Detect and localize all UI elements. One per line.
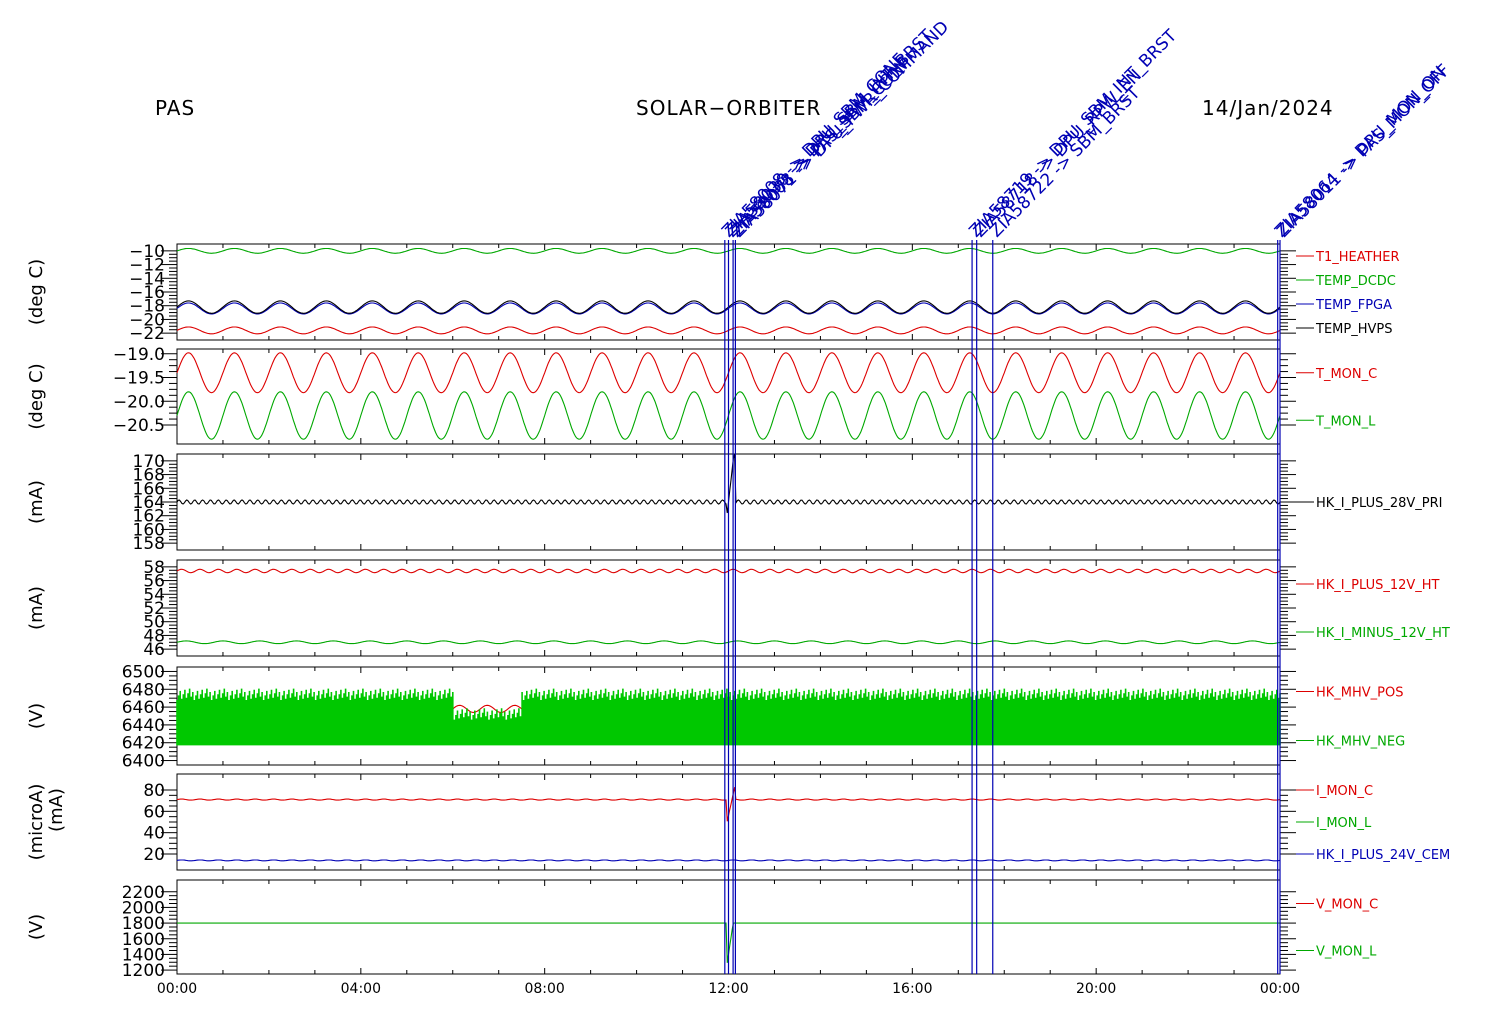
- legend-v_mon_c: V_MON_C: [1316, 898, 1378, 913]
- x-tick-label: 04:00: [341, 981, 381, 997]
- legend-hk_i_plus_24v_cem: HK_I_PLUS_24V_CEM: [1316, 848, 1450, 863]
- y-axis-label: (mA): [26, 586, 47, 630]
- y-axis-label: (mA): [26, 480, 47, 524]
- y-tick-label: −19.0: [113, 345, 165, 365]
- legend-hk_i_plus_28v_pri: HK_I_PLUS_28V_PRI: [1316, 496, 1442, 511]
- legend-temp_dcdc: TEMP_DCDC: [1315, 274, 1396, 289]
- panel-6: 80604020 (microA) (mA) I_MON_C I_MON_L HK_I_P…: [26, 773, 1450, 871]
- panel-7: 220020001800160014001200(V)V_MON_CV_MON_…: [26, 879, 1378, 981]
- legend-v_mon_l: V_MON_L: [1316, 945, 1377, 960]
- y-tick-label: 6400: [122, 752, 165, 772]
- legend-hk_mhv_pos: HK_MHV_POS: [1316, 686, 1404, 701]
- legend-temp_hvps: TEMP_HVPS: [1315, 322, 1392, 337]
- y-tick-label: −19.5: [113, 369, 165, 389]
- y-tick-label: 1200: [122, 961, 165, 981]
- event-label: ZIA58718 -> DPU_RPW_EN: [970, 66, 1146, 242]
- y-axis-label: (deg C): [26, 259, 47, 325]
- event-label: ZIA58071 -> DPU_PWR_COMMAND: [729, 17, 953, 241]
- legend-i_mon_c: I_MON_C: [1316, 784, 1373, 799]
- panel-1: −10−12−14−16−18−20−22(deg C)T1_HEATHERTE…: [26, 242, 1400, 344]
- x-tick-label: 20:00: [1076, 981, 1116, 997]
- legend-t1_heather: T1_HEATHER: [1315, 250, 1400, 265]
- y-tick-label: 158: [133, 534, 165, 554]
- event-label: ZIA58722 -> SBM_BRST: [986, 83, 1145, 242]
- legend-hk_mhv_neg: HK_MHV_NEG: [1316, 735, 1405, 750]
- y-axis-label: (V): [26, 914, 47, 940]
- y-tick-label: 60: [143, 802, 165, 822]
- y-axis-label: (microA): [26, 784, 47, 861]
- y-tick-label: −22: [129, 324, 165, 344]
- x-tick-label: 16:00: [892, 981, 932, 997]
- legend-t_mon_l: T_MON_L: [1315, 414, 1376, 429]
- panel-3: 170168166164162160158(mA) HK_I_PLUS_28V_P…: [26, 452, 1442, 554]
- panel-5: 650064806460644064206400(V)HK_MHV_POSHK_…: [26, 662, 1405, 771]
- legend-t_mon_c: T_MON_C: [1315, 367, 1377, 382]
- panel-2: −19.0 −19.5 −20.0 −20.5 (deg C) T_MON_C T_MON_…: [26, 345, 1377, 445]
- y-tick-label: −20.5: [113, 416, 165, 436]
- legend-hk_i_plus_12v_ht: HK_I_PLUS_12V_HT: [1316, 578, 1440, 593]
- y-tick-label: −20.0: [113, 392, 165, 412]
- y-axis-label: (V): [26, 703, 47, 729]
- y-tick-label: 20: [143, 845, 165, 865]
- x-tick-label: 00:00: [157, 981, 197, 997]
- y-axis-label-2: (mA): [46, 788, 67, 832]
- legend-temp_fpga: TEMP_FPGA: [1315, 298, 1392, 313]
- x-tick-label: 08:00: [524, 981, 564, 997]
- event-label: ZIA58011 -> PAS_MON_OFF: [1273, 61, 1454, 242]
- x-tick-label: 00:00: [1260, 981, 1300, 997]
- y-tick-label: 80: [143, 781, 165, 801]
- y-tick-label: 40: [143, 824, 165, 844]
- panel-4: 58565452504846(mA)HK_I_PLUS_12V_HTHK_I_M…: [26, 558, 1450, 660]
- x-tick-label: 12:00: [708, 981, 748, 997]
- y-axis-label: (deg C): [26, 363, 47, 429]
- y-tick-label: 46: [143, 640, 165, 660]
- legend-i_mon_l: I_MON_L: [1316, 816, 1372, 831]
- housekeeping-plot: −10−12−14−16−18−20−22(deg C)T1_HEATHERTE…: [26, 17, 1454, 997]
- legend-hk_i_minus_12v_ht: HK_I_MINUS_12V_HT: [1316, 626, 1450, 641]
